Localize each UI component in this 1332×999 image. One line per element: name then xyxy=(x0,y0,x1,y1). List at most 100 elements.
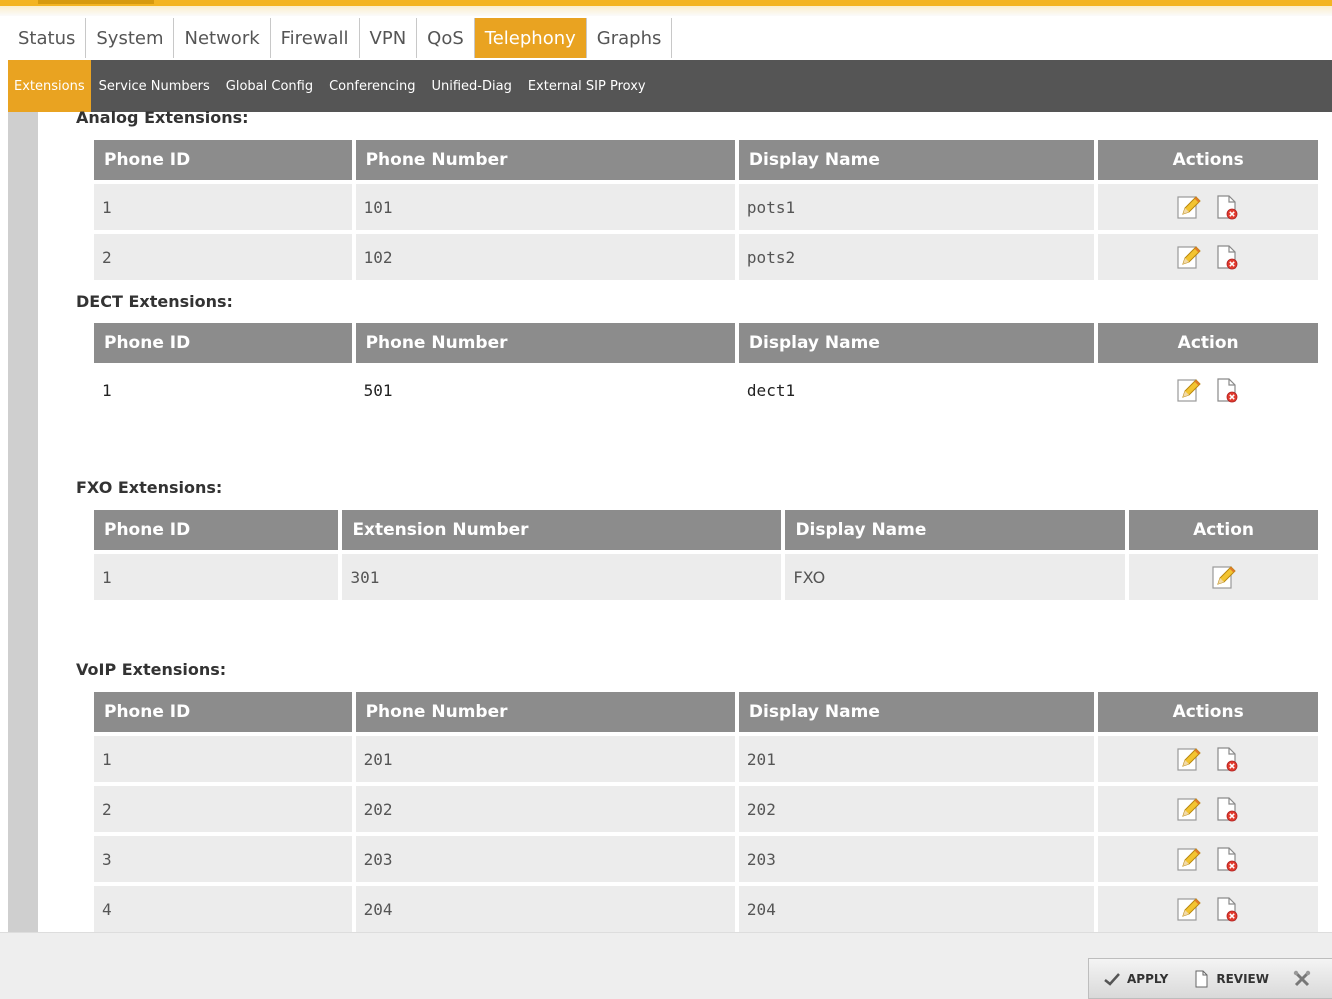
column-header: Phone ID xyxy=(94,510,339,550)
edit-icon[interactable] xyxy=(1176,846,1202,872)
display-name-cell: FXO xyxy=(785,554,1126,600)
table-row: 1 501 dect1 xyxy=(94,367,1318,413)
display-name-cell: 204 xyxy=(738,886,1095,932)
display-name-cell: pots2 xyxy=(738,234,1095,280)
display-name-cell: 201 xyxy=(738,736,1095,782)
column-header: Phone ID xyxy=(94,323,352,363)
table-row: 1 301 FXO xyxy=(94,554,1318,600)
apply-button[interactable]: APPLY xyxy=(1089,959,1178,998)
dect-extensions-title: DECT Extensions: xyxy=(76,292,233,311)
subtab-external-sip-proxy[interactable]: External SIP Proxy xyxy=(520,60,654,112)
extension-number-cell: 301 xyxy=(342,554,782,600)
actions-cell xyxy=(1098,367,1318,413)
table-row: 1 101 pots1 xyxy=(94,184,1318,230)
column-header: Action xyxy=(1098,323,1318,363)
column-header: Display Name xyxy=(738,323,1095,363)
phone-number-cell: 204 xyxy=(355,886,735,932)
dect-extensions-table: Phone ID Phone Number Display Name Actio… xyxy=(90,319,1322,417)
tab-firewall[interactable]: Firewall xyxy=(270,18,360,58)
table-row: 4 204 204 xyxy=(94,886,1318,932)
delete-icon[interactable] xyxy=(1214,796,1240,822)
subtab-extensions[interactable]: Extensions xyxy=(8,60,91,112)
tools-icon xyxy=(1293,970,1311,986)
actions-cell xyxy=(1098,234,1318,280)
sub-nav-bar: Extensions Service Numbers Global Config… xyxy=(8,60,1332,112)
edit-icon[interactable] xyxy=(1176,244,1202,270)
actions-cell xyxy=(1098,836,1318,882)
review-label: REVIEW xyxy=(1216,971,1269,986)
table-header-row: Phone ID Phone Number Display Name Actio… xyxy=(94,692,1318,732)
table-row: 2 202 202 xyxy=(94,786,1318,832)
phone-number-cell: 101 xyxy=(355,184,735,230)
column-header: Phone Number xyxy=(355,323,735,363)
column-header: Display Name xyxy=(738,140,1095,180)
top-gradient-band xyxy=(0,6,1332,16)
phone-number-cell: 202 xyxy=(355,786,735,832)
tab-graphs[interactable]: Graphs xyxy=(586,18,673,58)
subtab-service-numbers[interactable]: Service Numbers xyxy=(91,60,218,112)
top-accent-tick xyxy=(38,0,154,4)
subtab-unified-diag[interactable]: Unified-Diag xyxy=(424,60,520,112)
column-header: Phone Number xyxy=(355,692,735,732)
delete-icon[interactable] xyxy=(1214,896,1240,922)
review-button[interactable]: REVIEW xyxy=(1178,959,1279,998)
phone-number-cell: 102 xyxy=(355,234,735,280)
display-name-cell: 202 xyxy=(738,786,1095,832)
edit-icon[interactable] xyxy=(1176,796,1202,822)
column-header: Action xyxy=(1129,510,1318,550)
display-name-cell: dect1 xyxy=(738,367,1095,413)
tab-status[interactable]: Status xyxy=(8,18,87,58)
phone-id-cell: 4 xyxy=(94,886,352,932)
actions-cell xyxy=(1129,554,1318,600)
tab-vpn[interactable]: VPN xyxy=(359,18,418,58)
edit-icon[interactable] xyxy=(1211,564,1237,590)
delete-icon[interactable] xyxy=(1214,377,1240,403)
edit-icon[interactable] xyxy=(1176,896,1202,922)
checkmark-icon xyxy=(1104,972,1120,986)
footer-button-group: APPLY REVIEW xyxy=(1088,958,1332,999)
delete-icon[interactable] xyxy=(1214,244,1240,270)
phone-id-cell: 3 xyxy=(94,836,352,882)
apply-label: APPLY xyxy=(1127,971,1169,986)
left-rail xyxy=(8,112,38,932)
column-header: Phone ID xyxy=(94,140,352,180)
phone-number-cell: 203 xyxy=(355,836,735,882)
subtab-global-config[interactable]: Global Config xyxy=(218,60,321,112)
table-header-row: Phone ID Phone Number Display Name Actio… xyxy=(94,323,1318,363)
display-name-cell: pots1 xyxy=(738,184,1095,230)
phone-id-cell: 2 xyxy=(94,786,352,832)
edit-icon[interactable] xyxy=(1176,377,1202,403)
subtab-conferencing[interactable]: Conferencing xyxy=(321,60,423,112)
column-header: Extension Number xyxy=(342,510,782,550)
table-header-row: Phone ID Extension Number Display Name A… xyxy=(94,510,1318,550)
tab-qos[interactable]: QoS xyxy=(417,18,475,58)
tab-network[interactable]: Network xyxy=(174,18,271,58)
analog-extensions-title: Analog Extensions: xyxy=(76,108,249,127)
delete-icon[interactable] xyxy=(1214,194,1240,220)
column-header: Display Name xyxy=(738,692,1095,732)
fxo-extensions-title: FXO Extensions: xyxy=(76,478,223,497)
tools-button[interactable] xyxy=(1279,959,1327,998)
column-header: Phone Number xyxy=(355,140,735,180)
delete-icon[interactable] xyxy=(1214,846,1240,872)
phone-id-cell: 1 xyxy=(94,184,352,230)
edit-icon[interactable] xyxy=(1176,746,1202,772)
phone-id-cell: 1 xyxy=(94,367,352,413)
column-header: Phone ID xyxy=(94,692,352,732)
actions-cell xyxy=(1098,886,1318,932)
tab-telephony[interactable]: Telephony xyxy=(474,18,587,58)
fxo-extensions-table: Phone ID Extension Number Display Name A… xyxy=(90,506,1322,604)
display-name-cell: 203 xyxy=(738,836,1095,882)
actions-cell xyxy=(1098,184,1318,230)
voip-extensions-table: Phone ID Phone Number Display Name Actio… xyxy=(90,688,1322,936)
table-row: 1 201 201 xyxy=(94,736,1318,782)
phone-number-cell: 201 xyxy=(355,736,735,782)
tab-system[interactable]: System xyxy=(86,18,175,58)
edit-icon[interactable] xyxy=(1176,194,1202,220)
main-nav-tabs: Status System Network Firewall VPN QoS T… xyxy=(8,18,673,58)
column-header: Display Name xyxy=(785,510,1126,550)
delete-icon[interactable] xyxy=(1214,746,1240,772)
column-header: Actions xyxy=(1098,692,1318,732)
document-icon xyxy=(1195,970,1208,987)
phone-id-cell: 2 xyxy=(94,234,352,280)
